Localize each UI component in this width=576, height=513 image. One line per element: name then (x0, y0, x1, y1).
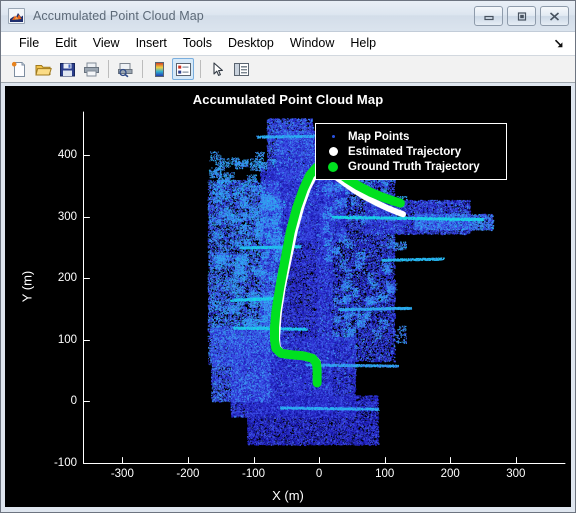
menubar: File Edit View Insert Tools Desktop Wind… (1, 32, 575, 56)
figure-axes-area: Accumulated Point Cloud Map X (m) Y (m) … (5, 86, 571, 507)
legend-label-ground-truth-trajectory: Ground Truth Trajectory (348, 160, 480, 173)
x-tick-label: -300 (110, 468, 134, 480)
edit-plot-pointer-icon[interactable] (206, 58, 228, 80)
x-tick-label: 300 (506, 468, 526, 480)
y-tick-label: 200 (57, 272, 77, 285)
chart-legend: Map Points Estimated Trajectory Ground T… (315, 123, 507, 180)
menu-item-insert[interactable]: Insert (128, 34, 175, 53)
matlab-membrane-icon (8, 8, 25, 24)
maximize-button[interactable] (507, 6, 536, 26)
legend-label-map-points: Map Points (348, 130, 410, 143)
menu-item-edit[interactable]: Edit (47, 34, 85, 53)
chart-title: Accumulated Point Cloud Map (192, 92, 384, 107)
show-plot-tools-icon[interactable] (230, 58, 252, 80)
insert-colorbar-icon[interactable] (148, 58, 170, 80)
menu-item-help[interactable]: Help (342, 34, 384, 53)
insert-legend-icon[interactable] (172, 58, 194, 80)
legend-item-estimated-trajectory: Estimated Trajectory (322, 144, 498, 159)
x-tick-label: 0 (315, 468, 323, 480)
legend-label-estimated-trajectory: Estimated Trajectory (348, 145, 462, 158)
y-tick-label: 100 (57, 333, 77, 346)
y-axis-label: Y (m) (19, 270, 35, 302)
save-figure-icon[interactable] (56, 58, 78, 80)
legend-item-ground-truth-trajectory: Ground Truth Trajectory (322, 159, 498, 174)
menu-item-view[interactable]: View (85, 34, 128, 53)
close-button[interactable] (540, 6, 569, 26)
y-tick-label: 400 (57, 149, 77, 162)
x-axis-label: X (m) (272, 488, 304, 503)
y-tick-label: -100 (53, 457, 77, 469)
print-preview-icon[interactable] (114, 58, 136, 80)
figure-window: Accumulated Point Cloud Map File Edit Vi… (0, 0, 576, 513)
y-tick-label: 300 (57, 210, 77, 223)
toolbar-separator (200, 60, 201, 78)
window-title: Accumulated Point Cloud Map (33, 9, 204, 23)
menu-item-desktop[interactable]: Desktop (220, 34, 282, 53)
window-titlebar: Accumulated Point Cloud Map (1, 1, 575, 32)
menu-item-file[interactable]: File (11, 34, 47, 53)
figure-toolbar (1, 56, 575, 83)
y-tick-label: 0 (70, 395, 77, 408)
x-tick-label: -100 (241, 468, 266, 480)
minimize-button[interactable] (474, 6, 503, 26)
x-tick-label: 100 (375, 468, 395, 480)
open-file-icon[interactable] (32, 58, 54, 80)
estimated-trajectory-marker-icon (322, 147, 344, 156)
window-controls (474, 6, 569, 26)
x-tick-label: -200 (176, 468, 200, 480)
print-figure-icon[interactable] (80, 58, 102, 80)
toolbar-separator (108, 60, 109, 78)
legend-item-map-points: Map Points (322, 129, 498, 144)
toolbar-separator (142, 60, 143, 78)
ground-truth-trajectory-marker-icon (322, 161, 344, 172)
menu-item-window[interactable]: Window (282, 34, 342, 53)
x-tick-label: 200 (440, 468, 460, 480)
map-points-marker-icon (322, 135, 344, 138)
new-figure-icon[interactable] (8, 58, 30, 80)
menu-item-tools[interactable]: Tools (175, 34, 220, 53)
dock-figure-arrow-icon[interactable] (552, 36, 566, 50)
